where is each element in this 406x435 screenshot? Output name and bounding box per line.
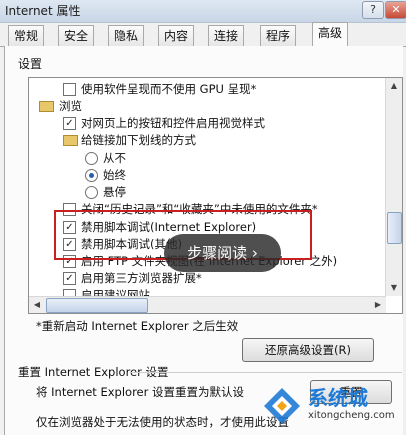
vertical-scrollbar[interactable]: ▲ ▼ bbox=[385, 78, 402, 296]
checkbox[interactable]: ✓ bbox=[63, 272, 76, 285]
group-divider bbox=[130, 372, 402, 373]
tab-programs[interactable]: 程序 bbox=[260, 25, 297, 46]
scroll-up-icon[interactable]: ▲ bbox=[386, 78, 402, 94]
list-item-label: 给链接加下划线的方式 bbox=[81, 133, 196, 147]
window-title: Internet 属性 bbox=[5, 4, 81, 18]
tab-strip: 常规 安全 隐私 内容 连接 程序 高级 bbox=[0, 22, 406, 47]
radio[interactable] bbox=[85, 186, 98, 199]
list-item-label: 浏览 bbox=[59, 99, 82, 113]
tab-privacy[interactable]: 隐私 bbox=[108, 25, 145, 46]
watermark-text: 系统城 bbox=[308, 386, 368, 410]
folder-icon bbox=[63, 135, 78, 146]
reset-warning: 仅在浏览器处于无法使用的状态时，才使用此设置 bbox=[36, 415, 289, 429]
list-item-label: 始终 bbox=[103, 168, 126, 182]
tab-content[interactable]: 内容 bbox=[158, 25, 195, 46]
checkbox[interactable]: ✓ bbox=[63, 117, 76, 130]
step-reading-overlay[interactable]: 步骤阅读 › bbox=[164, 234, 281, 272]
tab-security[interactable]: 安全 bbox=[58, 25, 95, 46]
tab-advanced[interactable]: 高级 bbox=[312, 22, 349, 47]
list-item-label: 使用软件呈现而不使用 GPU 呈现* bbox=[81, 82, 257, 96]
title-bar: Internet 属性 ? ✕ bbox=[0, 0, 406, 23]
watermark-logo-icon bbox=[264, 388, 300, 424]
restart-note: *重新启动 Internet Explorer 之后生效 bbox=[36, 319, 239, 333]
list-item-label: 对网页上的按钮和控件启用视觉样式 bbox=[81, 116, 265, 130]
checkbox[interactable] bbox=[63, 83, 76, 96]
settings-label: 设置 bbox=[18, 57, 43, 71]
radio[interactable] bbox=[85, 152, 98, 165]
close-button[interactable]: ✕ bbox=[385, 1, 406, 19]
radio[interactable] bbox=[85, 169, 98, 182]
reset-description: 将 Internet Explorer 设置重置为默认设 bbox=[36, 385, 245, 399]
list-item-label: 从不 bbox=[103, 151, 126, 165]
scroll-thumb[interactable] bbox=[387, 212, 402, 244]
watermark-url: xitongcheng.com bbox=[308, 410, 395, 421]
restore-advanced-button[interactable]: 还原高级设置(R) bbox=[242, 338, 374, 362]
folder-icon bbox=[39, 101, 54, 112]
settings-listbox[interactable]: 使用软件呈现而不使用 GPU 呈现* 浏览 ✓ 对网页上的按钮和控件启用视觉样式… bbox=[28, 77, 403, 314]
watermark: 系统城 xitongcheng.com bbox=[256, 380, 406, 435]
list-item-label: 悬停 bbox=[103, 185, 126, 199]
scroll-thumb[interactable] bbox=[46, 298, 148, 313]
tab-general[interactable]: 常规 bbox=[8, 25, 45, 46]
help-button[interactable]: ? bbox=[362, 1, 384, 19]
scroll-down-icon[interactable]: ▼ bbox=[386, 280, 402, 296]
tab-connections[interactable]: 连接 bbox=[208, 25, 245, 46]
horizontal-scrollbar[interactable]: ◀ ▶ bbox=[29, 296, 386, 313]
scroll-right-icon[interactable]: ▶ bbox=[370, 297, 386, 313]
scroll-left-icon[interactable]: ◀ bbox=[29, 297, 45, 313]
